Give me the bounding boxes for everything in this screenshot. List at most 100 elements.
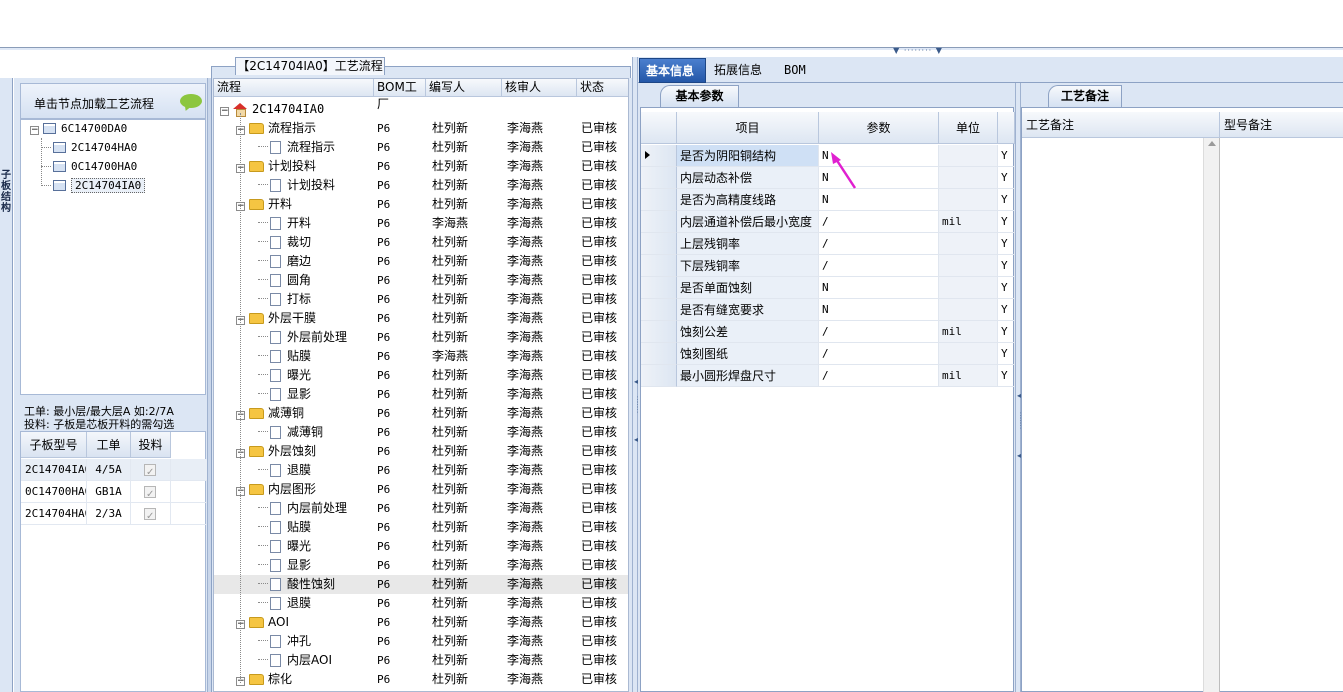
row-indicator[interactable] xyxy=(641,145,677,167)
process-step-row[interactable]: 显影 P6 杜列新 李海燕 已审核 xyxy=(214,556,628,575)
column-header[interactable]: 投料 xyxy=(131,432,171,458)
column-header[interactable]: 核审人 xyxy=(502,79,577,97)
row-indicator[interactable] xyxy=(641,365,677,387)
scroll-up-icon[interactable] xyxy=(1208,141,1216,146)
tree-node-root[interactable]: −6C14700DA0 xyxy=(30,120,127,138)
process-group-row[interactable]: − 内层图形 P6 杜列新 李海燕 已审核 xyxy=(214,480,628,499)
tab-basic-params[interactable]: 基本参数 xyxy=(660,85,739,107)
tree-node[interactable]: 0C14700HA0 xyxy=(53,158,137,176)
process-step-row[interactable]: 退膜 P6 杜列新 李海燕 已审核 xyxy=(214,594,628,613)
collapse-icon[interactable]: − xyxy=(30,126,39,135)
row-indicator[interactable] xyxy=(641,277,677,299)
collapse-icon[interactable]: − xyxy=(220,107,229,116)
tab-bom[interactable]: BOM xyxy=(778,58,814,83)
column-header[interactable]: 流程 xyxy=(214,79,374,97)
row-indicator[interactable] xyxy=(641,211,677,233)
row-indicator[interactable] xyxy=(641,321,677,343)
sub-board-row[interactable]: 0C14700HA0 GB1A xyxy=(21,481,207,503)
model-memo-input[interactable] xyxy=(1222,139,1343,691)
collapse-grip-icon[interactable]: ▼ ········ ▼ xyxy=(886,47,950,55)
tab-extended-info[interactable]: 拓展信息 xyxy=(708,58,776,83)
top-splitter[interactable] xyxy=(0,47,1343,50)
param-value[interactable]: / xyxy=(819,321,939,343)
sub-board-row[interactable]: 2C14704HA0 2/3A xyxy=(21,503,207,525)
row-indicator[interactable] xyxy=(641,343,677,365)
param-value[interactable]: / xyxy=(819,233,939,255)
process-step-row[interactable]: 曝光 P6 杜列新 李海燕 已审核 xyxy=(214,537,628,556)
row-indicator[interactable] xyxy=(641,167,677,189)
tree-node[interactable]: 2C14704HA0 xyxy=(53,139,137,157)
process-group-row[interactable]: − 减薄铜 P6 杜列新 李海燕 已审核 xyxy=(214,404,628,423)
sub-board-order[interactable]: 2/3A xyxy=(87,503,131,525)
process-memo-input[interactable] xyxy=(1022,139,1203,691)
process-step-row[interactable]: 酸性蚀刻 P6 杜列新 李海燕 已审核 xyxy=(214,575,628,594)
process-step-row[interactable]: 外层前处理 P6 杜列新 李海燕 已审核 xyxy=(214,328,628,347)
process-step-row[interactable]: 减薄铜 P6 杜列新 李海燕 已审核 xyxy=(214,423,628,442)
process-name: 打标 xyxy=(287,292,312,306)
param-row[interactable]: 蚀刻图纸 / Y xyxy=(641,343,1015,365)
param-row[interactable]: 内层通道补偿后最小宽度 / mil Y xyxy=(641,211,1015,233)
param-row[interactable]: 下层残铜率 / Y xyxy=(641,255,1015,277)
process-step-row[interactable]: 磨边 P6 杜列新 李海燕 已审核 xyxy=(214,252,628,271)
feed-checkbox[interactable] xyxy=(144,506,156,525)
param-value[interactable]: / xyxy=(819,211,939,233)
process-step-row[interactable]: 内层前处理 P6 杜列新 李海燕 已审核 xyxy=(214,499,628,518)
column-header[interactable]: 项目 xyxy=(677,112,819,144)
process-group-row[interactable]: − AOI P6 杜列新 李海燕 已审核 xyxy=(214,613,628,632)
process-group-row[interactable]: − 外层蚀刻 P6 杜列新 李海燕 已审核 xyxy=(214,442,628,461)
process-step-row[interactable]: 圆角 P6 杜列新 李海燕 已审核 xyxy=(214,271,628,290)
process-step-row[interactable]: 流程指示 P6 杜列新 李海燕 已审核 xyxy=(214,138,628,157)
row-indicator[interactable] xyxy=(641,189,677,211)
feed-checkbox[interactable] xyxy=(144,484,156,503)
tab-process-memo[interactable]: 工艺备注 xyxy=(1048,85,1122,107)
memo-scrollbar[interactable] xyxy=(1203,138,1220,692)
param-value[interactable]: / xyxy=(819,343,939,365)
param-value[interactable]: N xyxy=(819,299,939,321)
column-header[interactable]: 编写人 xyxy=(426,79,502,97)
process-step-row[interactable]: 内层AOI P6 杜列新 李海燕 已审核 xyxy=(214,651,628,670)
param-row[interactable]: 是否有缝宽要求 N Y xyxy=(641,299,1015,321)
param-value[interactable]: / xyxy=(819,255,939,277)
param-value[interactable]: / xyxy=(819,365,939,387)
process-step-row[interactable]: 曝光 P6 杜列新 李海燕 已审核 xyxy=(214,366,628,385)
process-group-row[interactable]: − 棕化 P6 杜列新 李海燕 已审核 xyxy=(214,670,628,689)
left-collapse-strip[interactable]: 子板结构 xyxy=(0,78,13,692)
column-header[interactable]: 参数 xyxy=(819,112,939,144)
column-header[interactable]: 子板型号 xyxy=(21,432,87,458)
tab-basic-info[interactable]: 基本信息 xyxy=(639,58,706,83)
process-root-row[interactable]: −2C14704IA0 xyxy=(214,100,628,119)
column-header[interactable]: 工艺备注 xyxy=(1022,112,1220,138)
process-group-row[interactable]: − 流程指示 P6 杜列新 李海燕 已审核 xyxy=(214,119,628,138)
process-group-row[interactable]: − 外层干膜 P6 杜列新 李海燕 已审核 xyxy=(214,309,628,328)
process-step-row[interactable]: 贴膜 P6 杜列新 李海燕 已审核 xyxy=(214,518,628,537)
column-header[interactable]: 工单 xyxy=(87,432,131,458)
process-step-row[interactable]: 开料 P6 李海燕 李海燕 已审核 xyxy=(214,214,628,233)
row-indicator[interactable] xyxy=(641,255,677,277)
param-row[interactable]: 蚀刻公差 / mil Y xyxy=(641,321,1015,343)
process-step-row[interactable]: 冲孔 P6 杜列新 李海燕 已审核 xyxy=(214,632,628,651)
process-step-row[interactable]: 裁切 P6 杜列新 李海燕 已审核 xyxy=(214,233,628,252)
row-indicator[interactable] xyxy=(641,233,677,255)
tree-node-selected[interactable]: 2C14704IA0 xyxy=(53,177,146,195)
sub-board-row[interactable]: 2C14704IA0 4/5A xyxy=(21,459,207,481)
sub-board-order[interactable]: GB1A xyxy=(87,481,131,503)
process-step-row[interactable]: 退膜 P6 杜列新 李海燕 已审核 xyxy=(214,461,628,480)
param-row[interactable]: 最小圆形焊盘尺寸 / mil Y xyxy=(641,365,1015,387)
process-step-row[interactable]: 打标 P6 杜列新 李海燕 已审核 xyxy=(214,290,628,309)
feed-checkbox[interactable] xyxy=(144,462,156,481)
load-process-header[interactable]: 单击节点加载工艺流程 xyxy=(20,83,206,119)
process-group-row[interactable]: − 计划投料 P6 杜列新 李海燕 已审核 xyxy=(214,157,628,176)
param-row[interactable]: 上层残铜率 / Y xyxy=(641,233,1015,255)
column-header[interactable]: 单位 xyxy=(939,112,998,144)
row-indicator[interactable] xyxy=(641,299,677,321)
process-group-row[interactable]: − 开料 P6 杜列新 李海燕 已审核 xyxy=(214,195,628,214)
sub-board-order[interactable]: 4/5A xyxy=(87,459,131,481)
column-header[interactable]: BOM工厂 xyxy=(374,79,426,111)
param-row[interactable]: 是否单面蚀刻 N Y xyxy=(641,277,1015,299)
column-header[interactable]: 型号备注 xyxy=(1220,112,1343,138)
param-value[interactable]: N xyxy=(819,277,939,299)
process-step-row[interactable]: 显影 P6 杜列新 李海燕 已审核 xyxy=(214,385,628,404)
process-step-row[interactable]: 计划投料 P6 杜列新 李海燕 已审核 xyxy=(214,176,628,195)
column-header[interactable]: 状态 xyxy=(577,79,628,97)
process-step-row[interactable]: 贴膜 P6 李海燕 李海燕 已审核 xyxy=(214,347,628,366)
